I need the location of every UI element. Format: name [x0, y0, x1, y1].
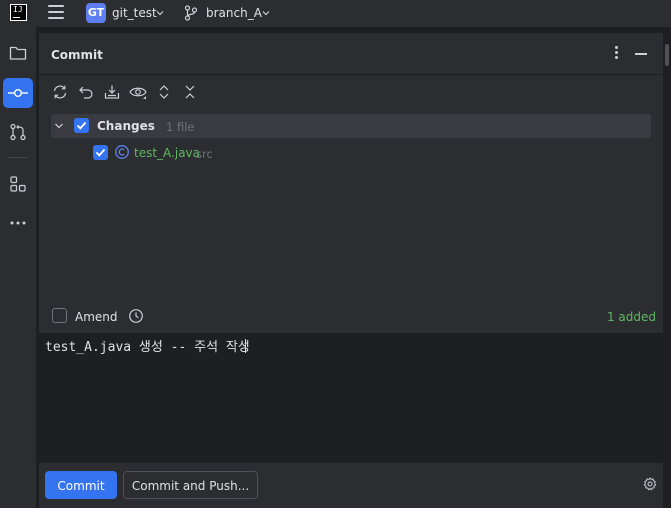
toolstrip-divider [8, 157, 28, 158]
rollback-icon[interactable] [77, 83, 95, 101]
gear-icon[interactable] [643, 477, 657, 491]
history-clock-icon[interactable] [128, 308, 144, 324]
branch-icon[interactable] [184, 5, 198, 21]
amend-checkbox[interactable] [52, 308, 67, 323]
file-row[interactable]: test_A.java src [93, 143, 393, 163]
structure-tool-button[interactable] [3, 169, 33, 199]
scrollbar-thumb[interactable] [665, 44, 669, 66]
title-bar: IJ GT git_test branch_A [0, 0, 671, 27]
checkmark-icon [95, 148, 106, 157]
commit-and-push-button[interactable]: Commit and Push... [123, 471, 258, 499]
chevron-down-icon[interactable] [156, 9, 164, 17]
project-tool-button[interactable] [3, 38, 33, 68]
more-tools-button[interactable] [3, 208, 33, 238]
tool-window-strip [0, 27, 37, 508]
project-badge[interactable]: GT [86, 3, 106, 23]
text-caret [244, 339, 246, 353]
collapse-all-icon[interactable] [181, 83, 199, 101]
changes-label: Changes [97, 119, 155, 133]
main-menu-icon[interactable] [48, 5, 64, 19]
refresh-icon[interactable] [51, 83, 69, 101]
panel-title: Commit [51, 48, 103, 62]
changes-group-row[interactable]: Changes 1 file [51, 114, 651, 138]
pull-requests-tool-button[interactable] [3, 117, 33, 147]
more-icon [10, 221, 26, 225]
preview-diff-icon[interactable] [129, 83, 147, 101]
expand-all-icon[interactable] [155, 83, 173, 101]
structure-icon [10, 176, 26, 192]
chevron-down-icon[interactable] [54, 122, 64, 130]
folder-icon [9, 46, 27, 60]
file-directory: src [196, 147, 213, 161]
options-menu-icon[interactable] [615, 46, 619, 60]
java-class-icon [115, 145, 129, 159]
amend-label[interactable]: Amend [75, 310, 118, 324]
chevron-down-icon[interactable] [262, 9, 270, 17]
changes-toolbar [51, 83, 199, 101]
commit-icon [8, 89, 28, 97]
right-edge [663, 33, 671, 508]
app-logo-text: IJ [13, 5, 23, 14]
panel-header-divider [39, 74, 663, 75]
pull-request-icon [10, 123, 26, 141]
checkmark-icon [76, 121, 87, 130]
commit-tool-window: Commit Changes 1 file test_A.java src Am… [39, 33, 663, 508]
app-logo-icon[interactable]: IJ [10, 4, 27, 21]
file-checkbox[interactable] [93, 145, 108, 160]
changes-checkbox[interactable] [74, 118, 89, 133]
shelve-icon[interactable] [103, 83, 121, 101]
amend-row: Amend 1 added [51, 306, 657, 330]
added-status: 1 added [606, 310, 656, 324]
commit-button[interactable]: Commit [45, 471, 117, 499]
commit-tool-button[interactable] [3, 78, 33, 108]
commit-message-text[interactable]: test_A.java 생성 -- 주석 작성 [45, 336, 250, 355]
project-name[interactable]: git_test [112, 6, 157, 20]
commit-message-editor[interactable]: test_A.java 생성 -- 주석 작성 [39, 333, 663, 463]
minimize-icon[interactable] [635, 53, 647, 55]
file-name: test_A.java [134, 146, 200, 160]
changes-count: 1 file [166, 120, 195, 134]
branch-name[interactable]: branch_A [206, 6, 262, 20]
